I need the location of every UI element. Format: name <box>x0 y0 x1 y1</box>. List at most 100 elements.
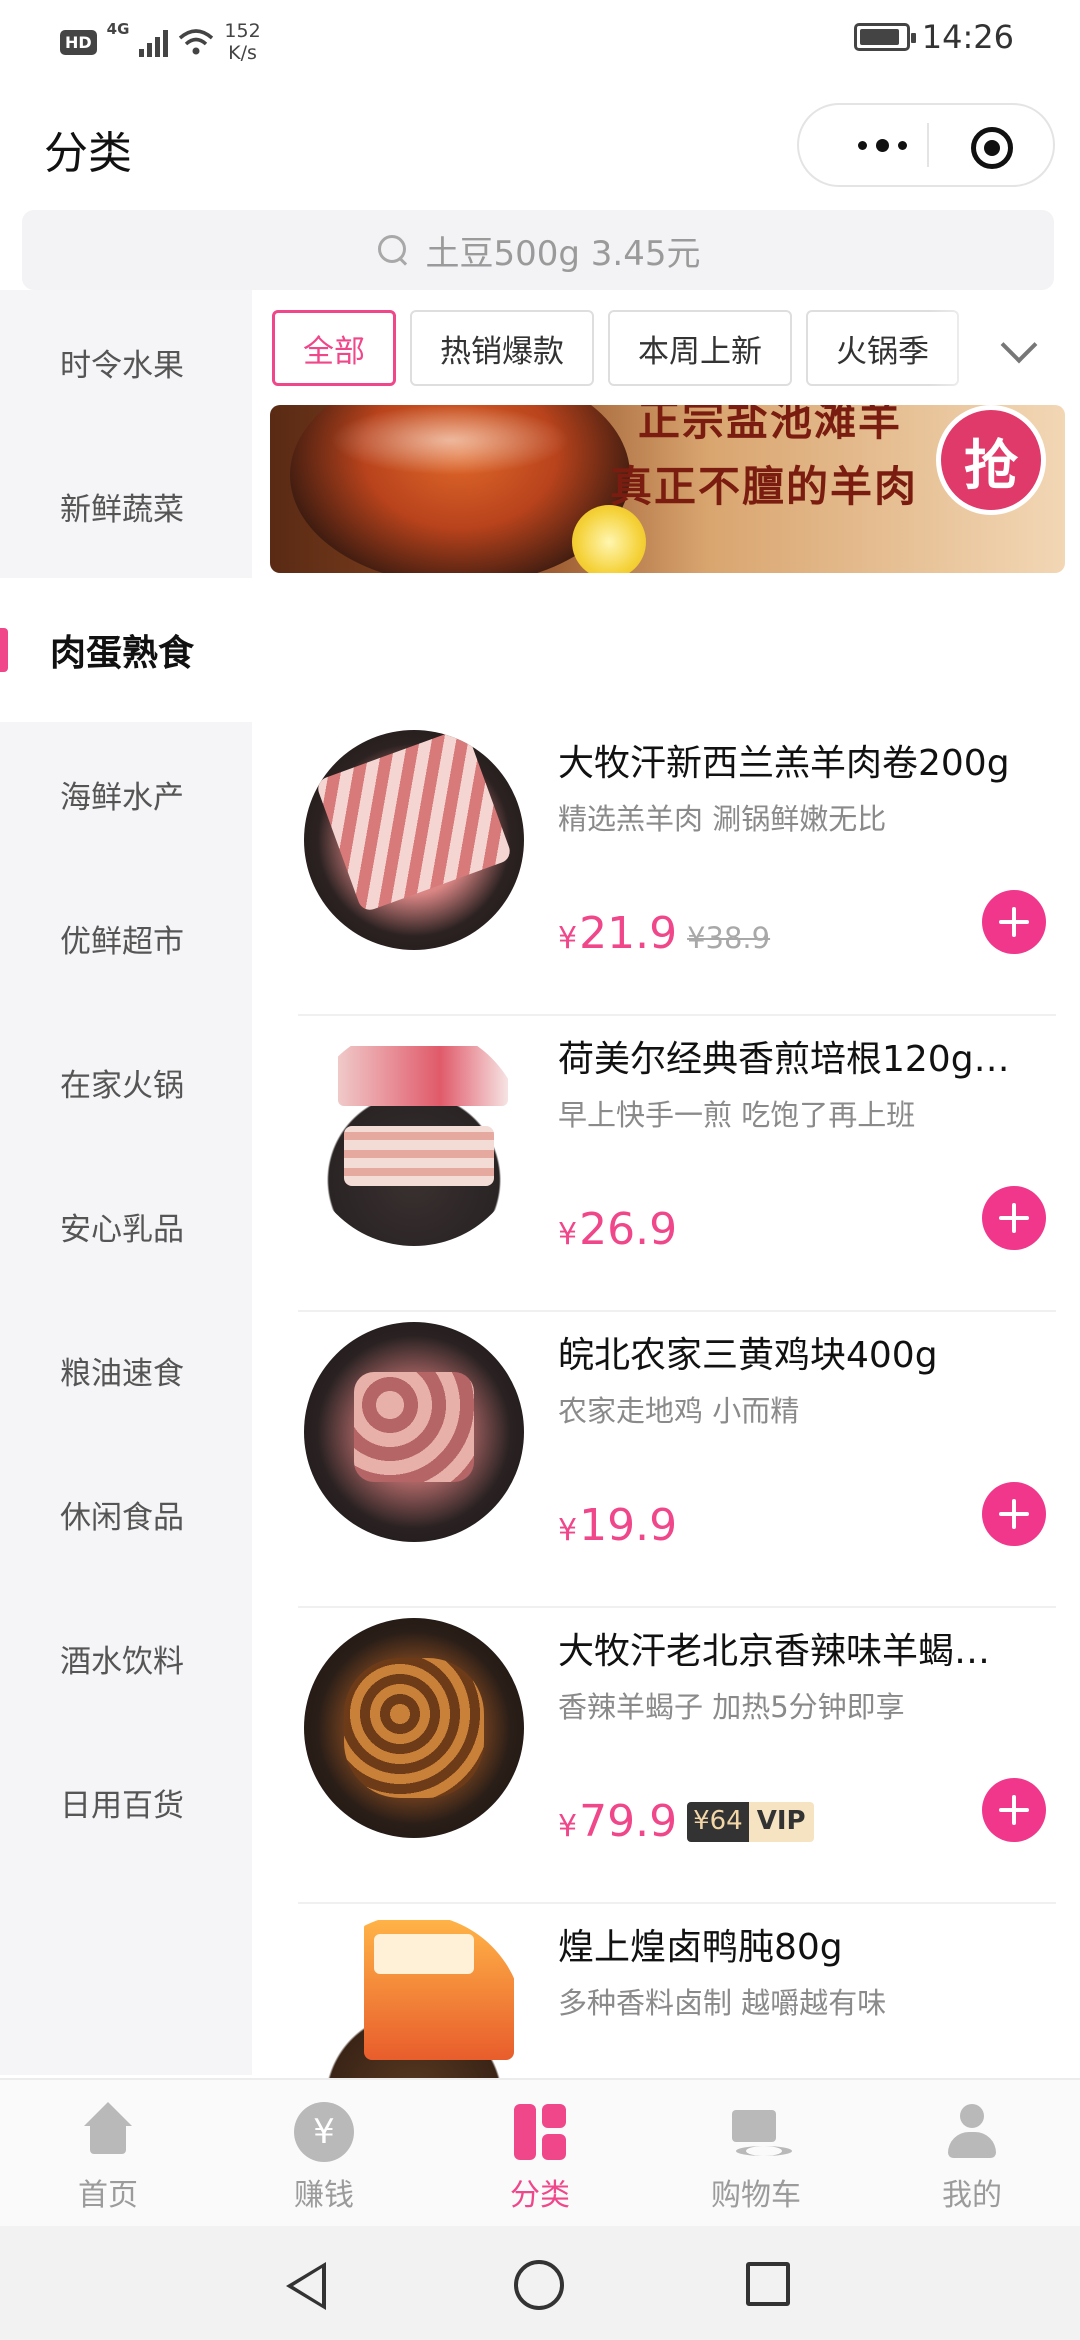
speed-value: 152 <box>224 20 261 42</box>
filter-chips: 全部 热销爆款 本周上新 火锅季 <box>252 300 1080 400</box>
title-bar: 分类 <box>0 95 1080 195</box>
currency-symbol: ¥ <box>558 1513 578 1548</box>
price-value: 79.9 <box>579 1796 678 1847</box>
nav-profile[interactable]: 我的 <box>864 2080 1080 2226</box>
nav-earn-label: 赚钱 <box>294 2178 354 2213</box>
home-circle-icon[interactable] <box>514 2260 564 2310</box>
yen-coin-icon: ¥ <box>294 2102 354 2162</box>
currency-symbol: ¥ <box>558 1809 578 1844</box>
sidebar-item[interactable]: 日用百货 <box>0 1730 252 1874</box>
sidebar-item[interactable]: 海鲜水产 <box>0 722 252 866</box>
speed-unit: K/s <box>228 42 257 64</box>
profile-icon <box>942 2102 1002 2162</box>
nav-category-label: 分类 <box>510 2178 570 2213</box>
network-type: 4G <box>106 20 130 38</box>
search-input[interactable]: 土豆500g 3.45元 <box>22 210 1054 290</box>
product-desc: 早上快手一煎 吃饱了再上班 <box>558 1098 916 1132</box>
battery-icon <box>853 23 916 51</box>
promo-banner[interactable]: 正宗盐池滩羊 真正不膻的羊肉 抢 <box>270 405 1065 573</box>
currency-symbol: ¥ <box>558 1217 578 1252</box>
sidebar-item[interactable]: 在家火锅 <box>0 1010 252 1154</box>
system-nav-bar <box>0 2226 1080 2340</box>
back-icon[interactable] <box>286 2262 326 2310</box>
add-to-cart-button[interactable] <box>982 1186 1046 1250</box>
home-icon <box>78 2102 138 2162</box>
product-image <box>304 730 524 950</box>
active-indicator <box>0 628 8 672</box>
cart-icon <box>726 2102 792 2162</box>
product-image <box>304 1026 524 1246</box>
product-desc: 精选羔羊肉 涮锅鲜嫩无比 <box>558 802 887 836</box>
sidebar-item[interactable]: 新鲜蔬菜 <box>0 434 252 578</box>
filter-chip[interactable]: 热销爆款 <box>410 310 594 386</box>
capsule-divider <box>927 123 929 167</box>
chip-row: 全部 热销爆款 本周上新 火锅季 <box>272 310 959 386</box>
price-value: 26.9 <box>579 1204 678 1255</box>
sidebar-item[interactable]: 酒水饮料 <box>0 1586 252 1730</box>
sidebar-item[interactable]: 安心乳品 <box>0 1154 252 1298</box>
nav-profile-label: 我的 <box>942 2178 1002 2213</box>
product-desc: 多种香料卤制 越嚼越有味 <box>558 1986 887 2020</box>
hd-badge: HD <box>60 29 97 55</box>
sidebar-item-label: 在家火锅 <box>60 1067 184 1104</box>
more-icon[interactable] <box>837 125 927 165</box>
banner-title: 正宗盐池滩羊 <box>638 405 903 445</box>
vip-price: ¥64 <box>687 1801 749 1842</box>
product-card[interactable]: 皖北农家三黄鸡块400g 农家走地鸡 小而精 ¥19.9 <box>298 1312 1056 1608</box>
sidebar-item-label: 肉蛋熟食 <box>50 633 195 674</box>
mini-program-capsule <box>797 103 1055 187</box>
original-price: ¥38.9 <box>687 921 771 955</box>
product-card[interactable]: 大牧汗老北京香辣味羊蝎… 香辣羊蝎子 加热5分钟即享 ¥79.9 ¥64 VIP <box>298 1608 1056 1904</box>
sidebar-item[interactable]: 时令水果 <box>0 290 252 434</box>
nav-category[interactable]: 分类 <box>432 2080 648 2226</box>
product-desc: 农家走地鸡 小而精 <box>558 1394 800 1428</box>
search-icon <box>376 233 410 267</box>
sidebar-item[interactable]: 肉蛋熟食 <box>0 578 252 722</box>
sidebar-item-label: 优鲜超市 <box>60 923 184 960</box>
bottom-nav: 首页 ¥ 赚钱 分类 购物车 我的 <box>0 2078 1080 2226</box>
product-price: ¥26.9 <box>558 1204 677 1255</box>
product-name: 皖北农家三黄鸡块400g <box>558 1335 938 1376</box>
filter-chip[interactable]: 本周上新 <box>608 310 792 386</box>
sidebar-item[interactable]: 优鲜超市 <box>0 866 252 1010</box>
product-desc: 香辣羊蝎子 加热5分钟即享 <box>558 1690 905 1724</box>
nav-home[interactable]: 首页 <box>0 2080 216 2226</box>
sidebar-item[interactable]: 休闲食品 <box>0 1442 252 1586</box>
sidebar-item-label: 海鲜水产 <box>60 779 184 816</box>
product-name: 大牧汗老北京香辣味羊蝎… <box>558 1631 991 1672</box>
price-value: 21.9 <box>579 908 678 959</box>
price-row: ¥19.9 <box>558 1500 677 1551</box>
product-price: ¥79.9 <box>558 1796 677 1847</box>
sidebar-item-label: 酒水饮料 <box>60 1643 184 1680</box>
sidebar-item-label: 日用百货 <box>60 1787 184 1824</box>
sidebar-item-label: 休闲食品 <box>60 1499 184 1536</box>
status-bar: HD 4G 152 K/s 14:26 <box>0 0 1080 80</box>
price-row: ¥26.9 <box>558 1204 677 1255</box>
sidebar-item-label: 时令水果 <box>60 347 184 384</box>
sidebar-item-label: 安心乳品 <box>60 1211 184 1248</box>
price-row: ¥79.9 ¥64 VIP <box>558 1796 814 1847</box>
sidebar-item-label: 新鲜蔬菜 <box>60 491 184 528</box>
product-price: ¥19.9 <box>558 1500 677 1551</box>
close-target-icon[interactable] <box>971 127 1013 169</box>
sidebar-item[interactable]: 粮油速食 <box>0 1298 252 1442</box>
add-to-cart-button[interactable] <box>982 1482 1046 1546</box>
recent-apps-icon[interactable] <box>746 2262 790 2306</box>
sidebar-item-label: 粮油速食 <box>60 1355 184 1392</box>
product-card[interactable]: 大牧汗新西兰羔羊肉卷200g 精选羔羊肉 涮锅鲜嫩无比 ¥21.9 ¥38.9 <box>298 720 1056 1016</box>
nav-cart[interactable]: 购物车 <box>648 2080 864 2226</box>
wifi-icon <box>179 29 214 55</box>
vip-label: VIP <box>748 1801 814 1842</box>
product-card[interactable]: 荷美尔经典香煎培根120g… 早上快手一煎 吃饱了再上班 ¥26.9 <box>298 1016 1056 1312</box>
add-to-cart-button[interactable] <box>982 890 1046 954</box>
nav-earn[interactable]: ¥ 赚钱 <box>216 2080 432 2226</box>
signal-icon <box>139 27 169 57</box>
status-right: 14:26 <box>853 18 1014 56</box>
clock: 14:26 <box>921 18 1014 56</box>
product-image <box>304 1618 524 1838</box>
add-to-cart-button[interactable] <box>982 1778 1046 1842</box>
filter-chip[interactable]: 全部 <box>272 310 396 386</box>
banner-badge: 抢 <box>936 405 1046 515</box>
product-list: 大牧汗新西兰羔羊肉卷200g 精选羔羊肉 涮锅鲜嫩无比 ¥21.9 ¥38.9 荷美尔经… <box>252 720 1080 2200</box>
status-left: HD 4G 152 K/s <box>60 20 261 64</box>
